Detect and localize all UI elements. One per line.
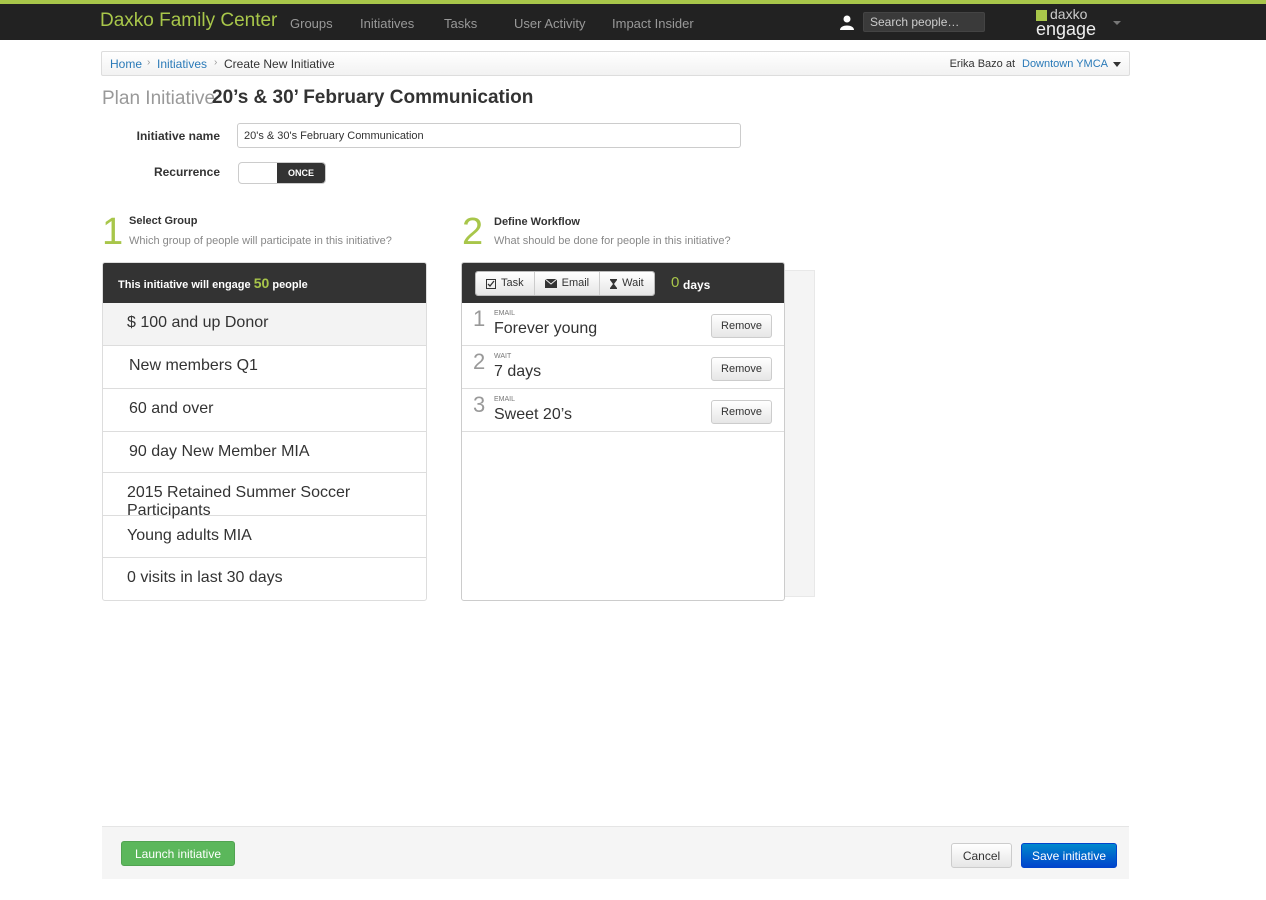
remove-step-button[interactable]: Remove xyxy=(711,400,772,424)
workflow-toolbar: Task Email Wait 0 days xyxy=(462,263,784,303)
form-footer: Launch initiative Cancel Save initiative xyxy=(102,826,1129,879)
nav-initiatives[interactable]: Initiatives xyxy=(360,16,414,31)
engage-text: This initiative will engage xyxy=(118,279,251,291)
step-index: 2 xyxy=(473,349,486,374)
nav-impact-insider[interactable]: Impact Insider xyxy=(612,16,694,31)
initiative-name-label: Initiative name xyxy=(136,129,220,143)
nav-tasks[interactable]: Tasks xyxy=(444,16,477,31)
workflow-step[interactable]: 2 Wait 7 days Remove xyxy=(462,346,784,389)
recurrence-label: Recurrence xyxy=(153,165,220,179)
cancel-button[interactable]: Cancel xyxy=(951,843,1012,868)
caret-down-icon[interactable] xyxy=(1113,62,1121,67)
add-step-button-group: Task Email Wait xyxy=(475,271,655,296)
breadcrumb-home[interactable]: Home xyxy=(110,57,142,71)
page-title-prefix: Plan Initiative xyxy=(102,88,216,109)
remove-step-button[interactable]: Remove xyxy=(711,314,772,338)
step-index: 1 xyxy=(473,306,486,331)
breadcrumb-separator-icon: › xyxy=(214,57,218,68)
workflow-step[interactable]: 1 Email Forever young Remove xyxy=(462,303,784,346)
add-wait-button[interactable]: Wait xyxy=(600,272,654,295)
breadcrumb-current: Create New Initiative xyxy=(224,57,335,71)
add-email-button[interactable]: Email xyxy=(534,272,601,295)
step-title: Define Workflow xyxy=(494,216,580,228)
initiative-name-input[interactable] xyxy=(237,123,741,148)
step-kind: Email xyxy=(494,396,516,403)
group-item[interactable]: 90 day New Member MIA xyxy=(103,432,426,473)
workflow-step[interactable]: 3 Email Sweet 20’s Remove xyxy=(462,389,784,432)
location-selector[interactable]: Downtown YMCA xyxy=(1022,58,1108,70)
checkbox-icon xyxy=(486,279,496,289)
group-item[interactable]: $ 100 and up Donor xyxy=(103,303,426,346)
hourglass-icon xyxy=(610,279,618,289)
step-subtitle: Which group of people will participate i… xyxy=(129,235,392,247)
group-panel-header: This initiative will engage 50 people xyxy=(103,263,426,303)
group-item[interactable]: 60 and over xyxy=(103,389,426,432)
step-name: 7 days xyxy=(494,363,542,380)
step-index: 3 xyxy=(473,392,486,417)
step-title: Select Group xyxy=(129,215,198,227)
step-kind: Wait xyxy=(494,353,512,360)
nav-groups[interactable]: Groups xyxy=(290,16,333,31)
top-navbar: Daxko Family Center Groups Initiatives T… xyxy=(0,0,1266,40)
step-subtitle: What should be done for people in this i… xyxy=(494,235,731,247)
total-days-count: 0 xyxy=(671,274,680,291)
wait-label: Wait xyxy=(622,277,644,289)
task-label: Task xyxy=(501,277,524,289)
step-kind: Email xyxy=(494,310,516,317)
launch-initiative-button[interactable]: Launch initiative xyxy=(121,841,235,866)
page-title: 20’s & 30’ February Communication xyxy=(212,87,534,108)
step-name: Sweet 20’s xyxy=(494,406,572,423)
user-icon[interactable] xyxy=(840,14,854,30)
workflow-panel: Task Email Wait 0 days 1 Email Forever y… xyxy=(461,262,785,601)
add-task-button[interactable]: Task xyxy=(476,272,535,295)
email-label: Email xyxy=(561,277,590,289)
recurrence-toggle[interactable]: ONCE xyxy=(238,162,326,184)
breadcrumb-initiatives[interactable]: Initiatives xyxy=(157,57,207,71)
group-item[interactable]: Young adults MIA xyxy=(103,516,426,558)
engage-suffix: people xyxy=(272,279,308,291)
step-name: Forever young xyxy=(494,320,598,337)
envelope-icon xyxy=(544,279,557,288)
total-days-label: days xyxy=(683,278,711,292)
brand-title[interactable]: Daxko Family Center xyxy=(100,10,277,32)
search-input[interactable] xyxy=(863,12,985,32)
save-initiative-button[interactable]: Save initiative xyxy=(1021,843,1117,868)
engage-count: 50 xyxy=(253,275,270,291)
step-number: 1 xyxy=(102,211,124,253)
current-user: Erika Bazo at xyxy=(949,58,1015,70)
chevron-down-icon[interactable] xyxy=(1113,21,1121,25)
step-number: 2 xyxy=(462,211,484,253)
logo-bottom-text: engage xyxy=(1036,19,1097,39)
daxko-engage-logo[interactable]: daxko engage xyxy=(1036,7,1106,39)
group-list-panel: This initiative will engage 50 people $ … xyxy=(102,262,427,601)
nav-user-activity[interactable]: User Activity xyxy=(514,16,586,31)
recurrence-value: ONCE xyxy=(277,163,325,183)
remove-step-button[interactable]: Remove xyxy=(711,357,772,381)
breadcrumb-separator-icon: › xyxy=(147,57,151,68)
group-item[interactable]: 2015 Retained Summer Soccer Participants xyxy=(103,473,426,519)
group-item[interactable]: 0 visits in last 30 days xyxy=(103,558,426,600)
group-item[interactable]: New members Q1 xyxy=(103,346,426,389)
workflow-panel-backdrop xyxy=(784,270,815,597)
breadcrumb: Home › Initiatives › Create New Initiati… xyxy=(101,51,1130,76)
